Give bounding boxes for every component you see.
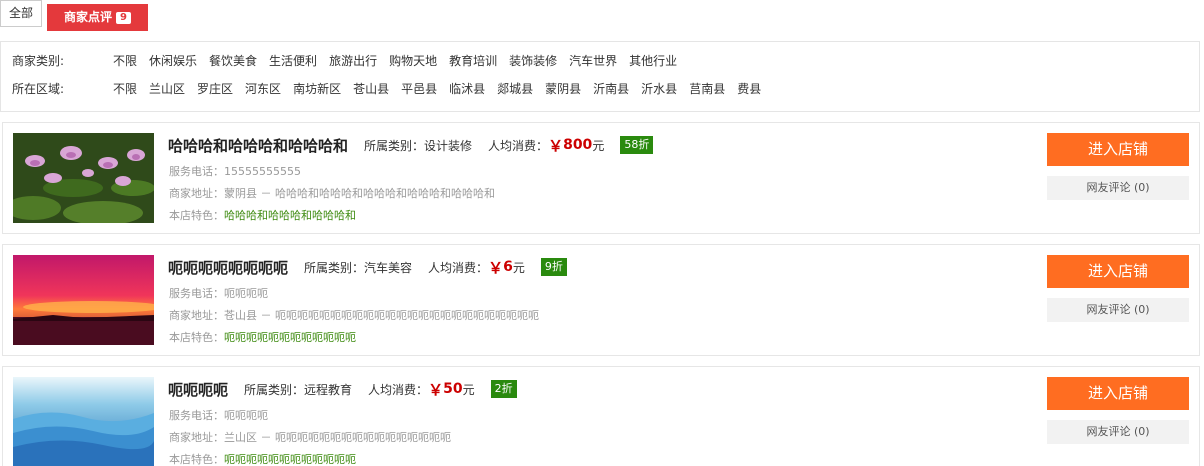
shop-feature: 本店特色：哈哈哈和哈哈哈和哈哈哈和 — [169, 207, 356, 223]
feature-label: 本店特色： — [169, 209, 224, 222]
shop-feature: 本店特色：呃呃呃呃呃呃呃呃呃呃呃呃 — [169, 451, 356, 466]
price-label: 人均消费： — [368, 382, 429, 397]
discount-badge: 2折 — [490, 380, 517, 398]
shop-card: 哈哈哈和哈哈哈和哈哈哈和 所属类别： 设计装修 人均消费： ￥ 800 元 58折 服务… — [2, 122, 1200, 234]
area-option[interactable]: 费县 — [737, 81, 761, 97]
shop-title-line: 呃呃呃呃 所属类别： 远程教育 人均消费： ￥ 50 元 2折 — [168, 379, 517, 399]
avg-price: 6 — [503, 259, 513, 275]
category-label: 所属类别： — [304, 260, 365, 275]
shop-photo[interactable] — [13, 255, 154, 345]
feature-text: 呃呃呃呃呃呃呃呃呃呃呃呃 — [224, 453, 356, 466]
price-label: 人均消费： — [428, 260, 489, 275]
review-count-badge: 9 — [116, 12, 131, 24]
area-option[interactable]: 不限 — [113, 81, 137, 97]
category-option[interactable]: 不限 — [113, 53, 137, 69]
area-option[interactable]: 莒南县 — [689, 81, 725, 97]
category-option[interactable]: 购物天地 — [389, 53, 437, 69]
shop-feature: 本店特色：呃呃呃呃呃呃呃呃呃呃呃呃 — [169, 329, 356, 345]
shop-category: 汽车美容 — [364, 260, 413, 275]
shop-title-line: 哈哈哈和哈哈哈和哈哈哈和 所属类别： 设计装修 人均消费： ￥ 800 元 58折 — [168, 135, 654, 156]
category-option[interactable]: 装饰装修 — [509, 53, 557, 69]
area-option[interactable]: 平邑县 — [401, 81, 437, 97]
yen-symbol: ￥ — [548, 136, 564, 155]
price-unit: 元 — [512, 260, 525, 275]
tab-merchant-review[interactable]: 商家点评 9 — [47, 4, 148, 31]
enter-shop-button[interactable]: 进入店铺 — [1047, 377, 1189, 410]
price-label: 人均消费： — [488, 138, 549, 153]
feature-text: 呃呃呃呃呃呃呃呃呃呃呃呃 — [224, 331, 356, 344]
category-option[interactable]: 其他行业 — [629, 53, 677, 69]
filter-panel: 商家类别: 不限 休闲娱乐 餐饮美食 生活便利 旅游出行 购物天地 教育培训 装… — [0, 41, 1200, 112]
shop-address: 商家地址：兰山区 － 呃呃呃呃呃呃呃呃呃呃呃呃呃呃呃呃 — [169, 431, 451, 444]
shop-phone: 服务电话：15555555555 — [169, 165, 301, 178]
yen-symbol: ￥ — [428, 380, 444, 399]
discount-badge: 58折 — [620, 136, 654, 154]
enter-shop-button[interactable]: 进入店铺 — [1047, 255, 1189, 288]
shop-address: 商家地址：蒙阴县 － 哈哈哈和哈哈哈和哈哈哈和哈哈哈和哈哈哈和 — [169, 187, 495, 200]
category-option[interactable]: 旅游出行 — [329, 53, 377, 69]
shop-address: 商家地址：苍山县 － 呃呃呃呃呃呃呃呃呃呃呃呃呃呃呃呃呃呃呃呃呃呃呃呃 — [169, 309, 539, 322]
shop-phone: 服务电话：呃呃呃呃 — [169, 287, 268, 300]
category-filter-row: 商家类别: 不限 休闲娱乐 餐饮美食 生活便利 旅游出行 购物天地 教育培训 装… — [12, 53, 689, 69]
user-reviews-button[interactable]: 网友评论 (0) — [1047, 176, 1189, 200]
avg-price: 50 — [443, 381, 463, 397]
user-reviews-button[interactable]: 网友评论 (0) — [1047, 420, 1189, 444]
shop-phone: 服务电话：呃呃呃呃 — [169, 409, 268, 422]
category-filter-label: 商家类别: — [12, 54, 65, 68]
area-filter-row: 所在区域: 不限 兰山区 罗庄区 河东区 南坊新区 苍山县 平邑县 临沭县 郯城… — [12, 81, 773, 97]
category-label: 所属类别： — [364, 138, 425, 153]
area-option[interactable]: 沂南县 — [593, 81, 629, 97]
shop-title-line: 呃呃呃呃呃呃呃呃 所属类别： 汽车美容 人均消费： ￥ 6 元 9折 — [168, 257, 567, 277]
area-filter-label: 所在区域: — [12, 82, 65, 96]
category-option[interactable]: 餐饮美食 — [209, 53, 257, 69]
price-unit: 元 — [592, 138, 605, 153]
yen-symbol: ￥ — [488, 258, 504, 277]
area-option[interactable]: 河东区 — [245, 81, 281, 97]
feature-label: 本店特色： — [169, 453, 224, 466]
shop-card: 呃呃呃呃 所属类别： 远程教育 人均消费： ￥ 50 元 2折 服务电话：呃呃呃呃 商家… — [2, 366, 1200, 466]
price-unit: 元 — [462, 382, 475, 397]
user-reviews-button[interactable]: 网友评论 (0) — [1047, 298, 1189, 322]
shop-name[interactable]: 哈哈哈和哈哈哈和哈哈哈和 — [168, 135, 348, 156]
avg-price: 800 — [563, 137, 593, 153]
shop-card: 呃呃呃呃呃呃呃呃 所属类别： 汽车美容 人均消费： ￥ 6 元 9折 服务电话：呃呃呃呃… — [2, 244, 1200, 356]
category-option[interactable]: 教育培训 — [449, 53, 497, 69]
enter-shop-button[interactable]: 进入店铺 — [1047, 133, 1189, 166]
shop-name[interactable]: 呃呃呃呃呃呃呃呃 — [168, 257, 288, 278]
category-label: 所属类别： — [244, 382, 305, 397]
area-option[interactable]: 沂水县 — [641, 81, 677, 97]
shop-name[interactable]: 呃呃呃呃 — [168, 379, 228, 400]
area-option[interactable]: 南坊新区 — [293, 81, 341, 97]
shop-category: 设计装修 — [424, 138, 473, 153]
area-option[interactable]: 郯城县 — [497, 81, 533, 97]
discount-badge: 9折 — [540, 258, 567, 276]
area-option[interactable]: 苍山县 — [353, 81, 389, 97]
area-option[interactable]: 蒙阴县 — [545, 81, 581, 97]
feature-text: 哈哈哈和哈哈哈和哈哈哈和 — [224, 209, 356, 222]
category-option[interactable]: 休闲娱乐 — [149, 53, 197, 69]
shop-photo[interactable] — [13, 133, 154, 223]
area-option[interactable]: 兰山区 — [149, 81, 185, 97]
tab-all[interactable]: 全部 — [0, 0, 42, 27]
area-option[interactable]: 罗庄区 — [197, 81, 233, 97]
shop-category: 远程教育 — [304, 382, 353, 397]
shop-photo[interactable] — [13, 377, 154, 466]
area-option[interactable]: 临沭县 — [449, 81, 485, 97]
category-option[interactable]: 汽车世界 — [569, 53, 617, 69]
feature-label: 本店特色： — [169, 331, 224, 344]
tab-merchant-review-label: 商家点评 — [64, 10, 113, 24]
category-option[interactable]: 生活便利 — [269, 53, 317, 69]
